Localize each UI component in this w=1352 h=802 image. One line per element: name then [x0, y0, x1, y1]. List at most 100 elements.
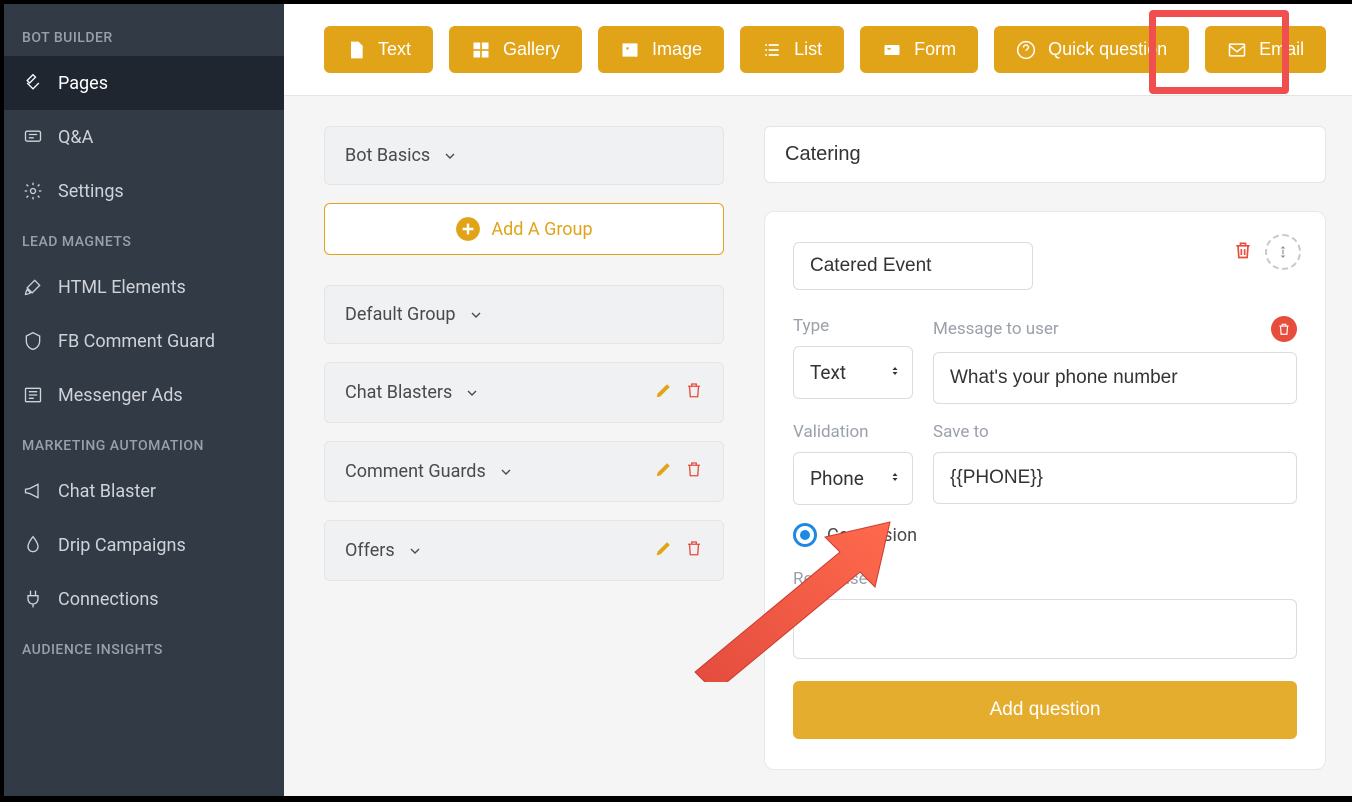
- card-icon: [882, 40, 902, 60]
- group-bot-basics[interactable]: Bot Basics: [324, 126, 724, 185]
- group-label: Offers: [345, 540, 395, 561]
- tool-form[interactable]: Form: [860, 26, 978, 73]
- section-automation: MARKETING AUTOMATION: [4, 422, 284, 464]
- trash-icon[interactable]: [685, 460, 703, 483]
- response-label: Response: [793, 569, 1297, 589]
- sidebar-item-pages[interactable]: Pages: [4, 56, 284, 110]
- tool-text[interactable]: Text: [324, 26, 433, 73]
- sort-icon: [889, 469, 901, 489]
- sidebar-item-label: Q&A: [58, 127, 93, 148]
- form-card: Type Text Message to user: [764, 211, 1326, 770]
- conversion-label: Conversion: [827, 525, 917, 546]
- type-label: Type: [793, 316, 913, 336]
- shield-icon: [22, 330, 44, 352]
- section-insights: AUDIENCE INSIGHTS: [4, 626, 284, 668]
- section-lead-magnets: LEAD MAGNETS: [4, 218, 284, 260]
- sidebar-item-html[interactable]: HTML Elements: [4, 260, 284, 314]
- pencil-icon[interactable]: [655, 381, 673, 404]
- tool-label: Form: [914, 39, 956, 60]
- sidebar-item-ads[interactable]: Messenger Ads: [4, 368, 284, 422]
- drag-handle-icon[interactable]: [1265, 234, 1301, 270]
- group-default[interactable]: Default Group: [324, 285, 724, 344]
- page-title-input[interactable]: [764, 126, 1326, 183]
- tool-email[interactable]: Email: [1205, 26, 1326, 73]
- form-column: Type Text Message to user: [744, 96, 1352, 796]
- pages-icon: [22, 72, 44, 94]
- chat-icon: [22, 126, 44, 148]
- group-offers[interactable]: Offers: [324, 520, 724, 581]
- pencil-icon[interactable]: [655, 539, 673, 562]
- save-to-label: Save to: [933, 422, 1297, 442]
- sidebar-item-label: FB Comment Guard: [58, 331, 215, 352]
- sidebar-item-qa[interactable]: Q&A: [4, 110, 284, 164]
- sidebar-item-drip[interactable]: Drip Campaigns: [4, 518, 284, 572]
- group-chat-blasters[interactable]: Chat Blasters: [324, 362, 724, 423]
- save-to-input[interactable]: [933, 452, 1297, 504]
- main: Text Gallery Image List Form Quick quest…: [284, 4, 1352, 796]
- validation-select[interactable]: Phone: [793, 452, 913, 505]
- plus-circle-icon: [455, 216, 481, 242]
- group-label: Bot Basics: [345, 145, 430, 166]
- rocket-icon: [22, 276, 44, 298]
- groups-column: Bot Basics Add A Group Default Group Cha…: [284, 96, 744, 796]
- message-label: Message to user: [933, 319, 1059, 339]
- tool-label: Gallery: [503, 39, 560, 60]
- group-label: Comment Guards: [345, 461, 486, 482]
- sidebar-item-label: Connections: [58, 589, 159, 610]
- chevron-down-icon: [468, 307, 484, 323]
- doc-icon: [346, 40, 366, 60]
- chevron-down-icon: [464, 385, 480, 401]
- image-icon: [620, 40, 640, 60]
- delete-question-icon[interactable]: [1271, 316, 1297, 342]
- tool-quick[interactable]: Quick question: [994, 26, 1189, 73]
- group-label: Chat Blasters: [345, 382, 452, 403]
- add-question-button[interactable]: Add question: [793, 681, 1297, 739]
- sidebar-item-label: HTML Elements: [58, 277, 186, 298]
- trash-icon[interactable]: [1233, 238, 1253, 266]
- chevron-down-icon: [498, 464, 514, 480]
- conversion-radio[interactable]: [793, 523, 817, 547]
- grid-icon: [471, 40, 491, 60]
- sidebar-item-blaster[interactable]: Chat Blaster: [4, 464, 284, 518]
- sidebar: BOT BUILDER Pages Q&A Settings LEAD MAGN…: [4, 4, 284, 796]
- toolbar: Text Gallery Image List Form Quick quest…: [284, 4, 1352, 96]
- tool-label: List: [794, 39, 822, 60]
- plug-icon: [22, 588, 44, 610]
- drip-icon: [22, 534, 44, 556]
- group-label: Default Group: [345, 304, 456, 325]
- add-group-label: Add A Group: [491, 219, 592, 240]
- sidebar-item-label: Messenger Ads: [58, 385, 183, 406]
- pencil-icon[interactable]: [655, 460, 673, 483]
- form-name-input[interactable]: [793, 242, 1033, 290]
- mail-icon: [1227, 40, 1247, 60]
- tool-label: Quick question: [1048, 39, 1167, 60]
- sidebar-item-label: Pages: [58, 73, 108, 94]
- sidebar-item-label: Settings: [58, 181, 124, 202]
- question-icon: [1016, 40, 1036, 60]
- megaphone-icon: [22, 480, 44, 502]
- list-icon: [762, 40, 782, 60]
- news-icon: [22, 384, 44, 406]
- sidebar-item-guard[interactable]: FB Comment Guard: [4, 314, 284, 368]
- sidebar-item-connections[interactable]: Connections: [4, 572, 284, 626]
- trash-icon[interactable]: [685, 539, 703, 562]
- tool-list[interactable]: List: [740, 26, 844, 73]
- sidebar-item-settings[interactable]: Settings: [4, 164, 284, 218]
- sort-icon: [889, 363, 901, 383]
- chevron-down-icon: [407, 543, 423, 559]
- type-select[interactable]: Text: [793, 346, 913, 399]
- message-input[interactable]: [933, 352, 1297, 404]
- tool-label: Image: [652, 39, 702, 60]
- response-input[interactable]: [793, 599, 1297, 659]
- tool-label: Text: [378, 39, 411, 60]
- validation-label: Validation: [793, 422, 913, 442]
- section-bot-builder: BOT BUILDER: [4, 14, 284, 56]
- trash-icon[interactable]: [685, 381, 703, 404]
- chevron-down-icon: [442, 148, 458, 164]
- sidebar-item-label: Chat Blaster: [58, 481, 156, 502]
- tool-image[interactable]: Image: [598, 26, 724, 73]
- sidebar-item-label: Drip Campaigns: [58, 535, 186, 556]
- group-comment-guards[interactable]: Comment Guards: [324, 441, 724, 502]
- add-group-button[interactable]: Add A Group: [324, 203, 724, 255]
- tool-gallery[interactable]: Gallery: [449, 26, 582, 73]
